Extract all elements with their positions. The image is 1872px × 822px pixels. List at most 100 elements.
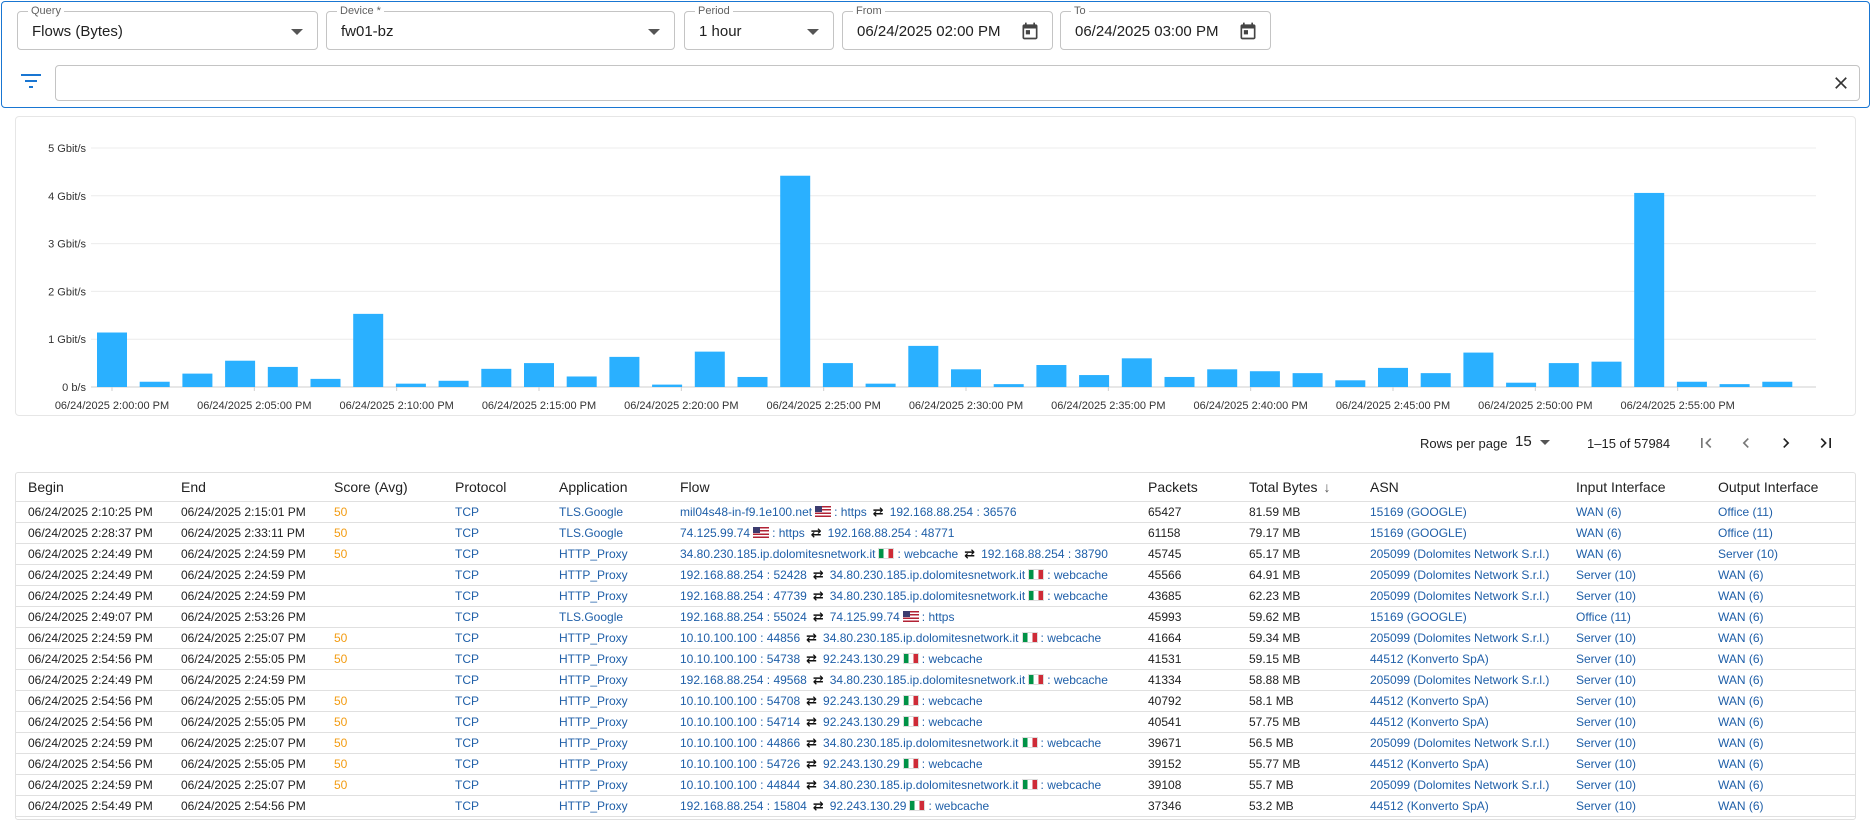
- flow-destination-port[interactable]: webcache: [1047, 631, 1101, 645]
- flow-destination-host[interactable]: 92.243.130.29: [823, 715, 900, 729]
- output-interface-link[interactable]: WAN (6): [1706, 627, 1855, 649]
- flow-source-port[interactable]: 55024: [773, 610, 806, 624]
- application-link[interactable]: HTTP_Proxy: [547, 711, 668, 733]
- calendar-icon[interactable]: [1238, 21, 1258, 41]
- flow-destination-host[interactable]: 34.80.230.185.ip.dolomitesnetwork.it: [830, 589, 1025, 603]
- application-link[interactable]: HTTP_Proxy: [547, 690, 668, 712]
- output-interface-link[interactable]: Server (10): [1706, 543, 1855, 565]
- protocol-link[interactable]: TCP: [443, 774, 547, 796]
- column-header-asn[interactable]: ASN: [1358, 473, 1564, 502]
- calendar-icon[interactable]: [1020, 21, 1040, 41]
- column-header-output-interface[interactable]: Output Interface: [1706, 473, 1855, 502]
- asn-link[interactable]: 205099 (Dolomites Network S.r.l.): [1358, 543, 1564, 565]
- column-header-protocol[interactable]: Protocol: [443, 473, 547, 502]
- input-interface-link[interactable]: Office (11): [1564, 606, 1706, 628]
- table-row[interactable]: 06/24/2025 2:54:56 PM 06/24/2025 2:55:05 …: [16, 648, 1855, 670]
- output-interface-link[interactable]: WAN (6): [1706, 690, 1855, 712]
- from-date-field[interactable]: From 06/24/2025 02:00 PM: [842, 4, 1053, 50]
- application-link[interactable]: HTTP_Proxy: [547, 648, 668, 670]
- output-interface-link[interactable]: WAN (6): [1706, 795, 1855, 817]
- flow-source-host[interactable]: mil04s48-in-f9.1e100.net: [680, 505, 812, 519]
- flow-source-port[interactable]: 54738: [767, 652, 800, 666]
- previous-page-button[interactable]: [1733, 430, 1759, 456]
- input-interface-link[interactable]: Server (10): [1564, 669, 1706, 691]
- flow-source-host[interactable]: 192.168.88.254: [680, 568, 763, 582]
- protocol-link[interactable]: TCP: [443, 564, 547, 586]
- table-row[interactable]: 06/24/2025 2:24:59 PM 06/24/2025 2:25:07 …: [16, 732, 1855, 754]
- sort-descending-icon[interactable]: ↓: [1323, 479, 1330, 495]
- column-header-input-interface[interactable]: Input Interface: [1564, 473, 1706, 502]
- input-interface-link[interactable]: Server (10): [1564, 795, 1706, 817]
- table-row[interactable]: 06/24/2025 2:49:07 PM 06/24/2025 2:53:26 …: [16, 606, 1855, 628]
- asn-link[interactable]: 205099 (Dolomites Network S.r.l.): [1358, 669, 1564, 691]
- flow-destination-host[interactable]: 92.243.130.29: [823, 652, 900, 666]
- flow-source-host[interactable]: 10.10.100.100: [680, 694, 757, 708]
- protocol-link[interactable]: TCP: [443, 522, 547, 544]
- flow-destination-host[interactable]: 92.243.130.29: [823, 757, 900, 771]
- flow-source-host[interactable]: 10.10.100.100: [680, 757, 757, 771]
- table-row[interactable]: 06/24/2025 2:54:56 PM 06/24/2025 2:55:05 …: [16, 690, 1855, 712]
- flow-destination-host[interactable]: 92.243.130.29: [830, 799, 907, 813]
- flow-source-host[interactable]: 10.10.100.100: [680, 652, 757, 666]
- column-header-total-bytes[interactable]: Total Bytes ↓: [1237, 473, 1358, 502]
- flow-destination-port[interactable]: webcache: [1054, 568, 1108, 582]
- asn-link[interactable]: 205099 (Dolomites Network S.r.l.): [1358, 732, 1564, 754]
- table-row[interactable]: 06/24/2025 2:24:59 PM 06/24/2025 2:25:07 …: [16, 774, 1855, 796]
- column-header-flow[interactable]: Flow: [668, 473, 1136, 502]
- application-link[interactable]: HTTP_Proxy: [547, 753, 668, 775]
- application-link[interactable]: HTTP_Proxy: [547, 585, 668, 607]
- protocol-link[interactable]: TCP: [443, 732, 547, 754]
- table-row[interactable]: 06/24/2025 2:24:49 PM 06/24/2025 2:24:59 …: [16, 669, 1855, 691]
- table-row[interactable]: 06/24/2025 2:24:49 PM 06/24/2025 2:24:59 …: [16, 543, 1855, 565]
- application-link[interactable]: HTTP_Proxy: [547, 732, 668, 754]
- input-interface-link[interactable]: Server (10): [1564, 585, 1706, 607]
- protocol-link[interactable]: TCP: [443, 669, 547, 691]
- flow-destination-host[interactable]: 192.168.88.254: [890, 505, 973, 519]
- flow-destination-host[interactable]: 74.125.99.74: [830, 610, 900, 624]
- input-interface-link[interactable]: Server (10): [1564, 627, 1706, 649]
- output-interface-link[interactable]: WAN (6): [1706, 753, 1855, 775]
- input-interface-link[interactable]: WAN (6): [1564, 501, 1706, 523]
- last-page-button[interactable]: [1813, 430, 1839, 456]
- flow-destination-port[interactable]: 36576: [983, 505, 1016, 519]
- flow-source-host[interactable]: 74.125.99.74: [680, 526, 750, 540]
- flow-destination-port[interactable]: webcache: [1054, 673, 1108, 687]
- flow-source-port[interactable]: 49568: [773, 673, 806, 687]
- asn-link[interactable]: 15169 (GOOGLE): [1358, 501, 1564, 523]
- input-interface-link[interactable]: Server (10): [1564, 732, 1706, 754]
- column-header-end[interactable]: End: [169, 473, 322, 502]
- flow-destination-host[interactable]: 34.80.230.185.ip.dolomitesnetwork.it: [823, 778, 1018, 792]
- application-link[interactable]: TLS.Google: [547, 606, 668, 628]
- flow-destination-port[interactable]: webcache: [928, 694, 982, 708]
- flow-source-port[interactable]: 44856: [767, 631, 800, 645]
- protocol-link[interactable]: TCP: [443, 753, 547, 775]
- output-interface-link[interactable]: WAN (6): [1706, 648, 1855, 670]
- flow-destination-port[interactable]: webcache: [935, 799, 989, 813]
- asn-link[interactable]: 44512 (Konverto SpA): [1358, 711, 1564, 733]
- flow-source-host[interactable]: 10.10.100.100: [680, 736, 757, 750]
- application-link[interactable]: HTTP_Proxy: [547, 774, 668, 796]
- flow-source-port[interactable]: https: [841, 505, 867, 519]
- asn-link[interactable]: 205099 (Dolomites Network S.r.l.): [1358, 774, 1564, 796]
- flow-destination-host[interactable]: 34.80.230.185.ip.dolomitesnetwork.it: [823, 736, 1018, 750]
- application-link[interactable]: HTTP_Proxy: [547, 564, 668, 586]
- flow-source-host[interactable]: 10.10.100.100: [680, 778, 757, 792]
- protocol-link[interactable]: TCP: [443, 627, 547, 649]
- flow-source-host[interactable]: 192.168.88.254: [680, 799, 763, 813]
- output-interface-link[interactable]: Office (11): [1706, 501, 1855, 523]
- to-date-field[interactable]: To 06/24/2025 03:00 PM: [1060, 4, 1271, 50]
- rows-per-page-select[interactable]: 15: [1515, 433, 1532, 459]
- flow-destination-host[interactable]: 192.168.88.254: [828, 526, 911, 540]
- table-row[interactable]: 06/24/2025 2:24:59 PM 06/24/2025 2:25:07 …: [16, 627, 1855, 649]
- column-header-packets[interactable]: Packets: [1136, 473, 1237, 502]
- flow-destination-host[interactable]: 34.80.230.185.ip.dolomitesnetwork.it: [830, 673, 1025, 687]
- flow-source-host[interactable]: 10.10.100.100: [680, 631, 757, 645]
- input-interface-link[interactable]: Server (10): [1564, 774, 1706, 796]
- table-row[interactable]: 06/24/2025 2:54:56 PM 06/24/2025 2:55:05 …: [16, 753, 1855, 775]
- application-link[interactable]: TLS.Google: [547, 501, 668, 523]
- flow-destination-port[interactable]: webcache: [928, 715, 982, 729]
- flow-destination-host[interactable]: 92.243.130.29: [823, 694, 900, 708]
- flow-source-port[interactable]: 44844: [767, 778, 800, 792]
- flow-source-host[interactable]: 34.80.230.185.ip.dolomitesnetwork.it: [680, 547, 875, 561]
- flow-source-port[interactable]: 54726: [767, 757, 800, 771]
